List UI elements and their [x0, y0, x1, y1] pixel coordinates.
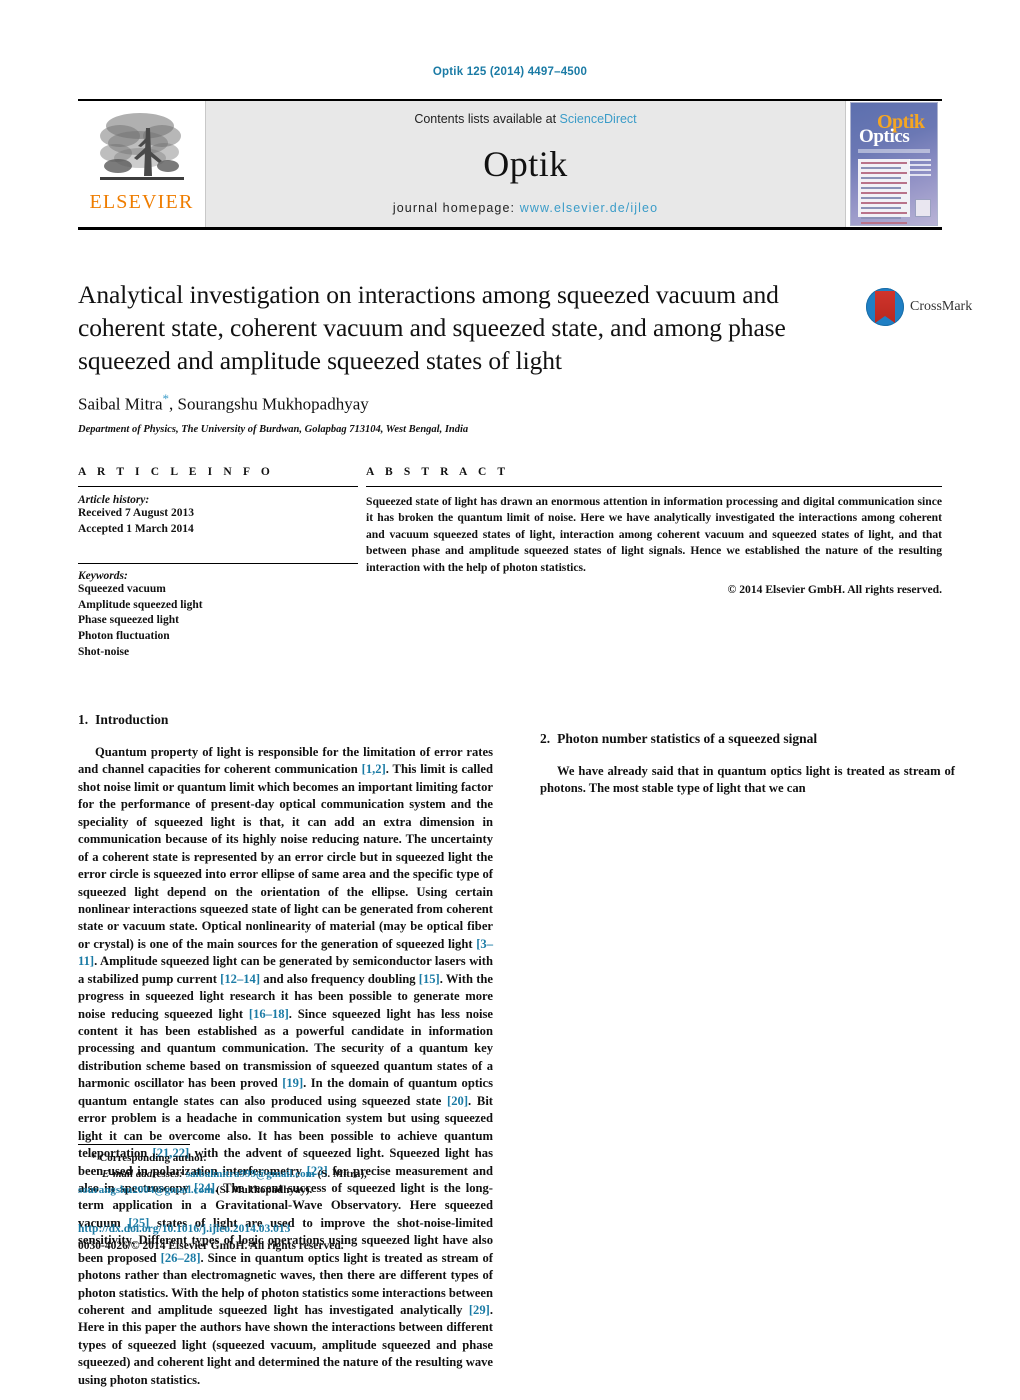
author-list: Saibal Mitra*, Sourangshu Mukhopadhyay: [78, 391, 858, 415]
section-2-wrapper: 2. Photon number statistics of a squeezed…: [540, 731, 955, 798]
email-link-mukhopadhyay[interactable]: sourangshu2004@gmail.com: [78, 1184, 213, 1196]
elsevier-wordmark: ELSEVIER: [89, 191, 194, 213]
crossmark-label: CrossMark: [910, 299, 973, 314]
keyword-item: Amplitude squeezed light: [78, 598, 203, 611]
keywords-rule: [78, 562, 358, 564]
section-title: Introduction: [95, 712, 169, 727]
cover-side-lines: [909, 159, 931, 179]
keyword-item: Photon fluctuation: [78, 630, 170, 643]
journal-banner: Contents lists available at ScienceDirec…: [206, 101, 845, 227]
photon-stats-paragraph: We have already said that in quantum opt…: [540, 764, 955, 796]
abstract-heading: A B S T R A C T: [366, 466, 510, 478]
abstract-text: Squeezed state of light has drawn an eno…: [366, 495, 942, 574]
doi-link[interactable]: http://dx.doi.org/10.1016/j.ijleo.2014.0…: [78, 1221, 493, 1238]
elsevier-logo-cell: ELSEVIER: [78, 101, 206, 227]
intro-text-b: . This limit is called shot noise limit …: [78, 762, 494, 951]
body-column-right: 2. Photon number statistics of a squeezed…: [540, 712, 955, 1400]
journal-cover-thumbnail: Optik Optics: [850, 102, 938, 226]
author-secondary: , Sourangshu Mukhopadhyay: [169, 395, 369, 415]
paper-page: Optik 125 (2014) 4497–4500 ELSEVIER Cont…: [0, 0, 1020, 1387]
masthead-bottom-rule: [78, 227, 942, 230]
section-heading-photon-statistics: 2. Photon number statistics of a squeezed…: [540, 731, 955, 747]
article-received-date: Received 7 August 2013: [78, 507, 194, 519]
email-link-mitra[interactable]: saibalmitra999@gmail.com: [186, 1168, 315, 1180]
footnote-block: * Corresponding author. E-mail addresses…: [78, 1144, 493, 1255]
keywords-label: Keywords:: [78, 569, 128, 582]
page-title: Analytical investigation on interactions…: [78, 280, 786, 376]
article-info-rule: [78, 486, 358, 487]
article-accepted-date: Accepted 1 March 2014: [78, 522, 194, 535]
citation-link[interactable]: [20]: [447, 1094, 468, 1108]
abstract-column: A B S T R A C T Squeezed state of light …: [366, 466, 942, 661]
keyword-item: Squeezed vacuum: [78, 582, 166, 595]
issn-copyright-line: 0030-4026/© 2014 Elsevier GmbH. All righ…: [78, 1240, 344, 1253]
corresponding-author-note: * Corresponding author.: [91, 1152, 207, 1164]
article-info-column: A R T I C L E I N F O Article history: R…: [78, 466, 358, 661]
keyword-item: Phase squeezed light: [78, 614, 179, 627]
journal-homepage-line: journal homepage: www.elsevier.de/ijleo: [393, 201, 658, 215]
article-history-label: Article history:: [78, 494, 150, 506]
body-columns: 1. Introduction Quantum property of light…: [78, 712, 955, 1400]
citation-link[interactable]: [29]: [469, 1303, 490, 1317]
section-heading-introduction: 1. Introduction: [78, 712, 493, 728]
intro-paragraph: Quantum property of light is responsible…: [78, 744, 493, 1389]
keyword-item: Shot-noise: [78, 646, 130, 659]
section-title: Photon number statistics of a squeezed s…: [557, 731, 818, 746]
journal-masthead: ELSEVIER Contents lists available at Sci…: [78, 99, 942, 227]
abstract-copyright: © 2014 Elsevier GmbH. All rights reserve…: [727, 583, 942, 597]
email-addresses-line: E-mail addresses: saibalmitra999@gmail.c…: [78, 1167, 493, 1183]
article-info-heading: A R T I C L E I N F O: [78, 466, 274, 478]
intro-text-d: and also frequency doubling: [260, 971, 419, 986]
email-second-line: sourangshu2004@gmail.com (S. Mukhopadhya…: [78, 1183, 493, 1199]
citation-link[interactable]: [15]: [419, 972, 440, 986]
title-block: Analytical investigation on interactions…: [78, 278, 858, 435]
cover-contents-block: [858, 159, 910, 224]
crossmark-badge[interactable]: CrossMark: [866, 286, 972, 328]
elsevier-tree-icon: [94, 106, 190, 192]
citation-link[interactable]: [12–14]: [220, 972, 260, 986]
author-primary: Saibal Mitra: [78, 395, 163, 415]
citation-link[interactable]: [1,2]: [362, 762, 386, 776]
homepage-url-link[interactable]: www.elsevier.de/ijleo: [520, 201, 658, 215]
cover-subtitle-bar: [858, 149, 930, 153]
info-abstract-region: A R T I C L E I N F O Article history: R…: [78, 466, 942, 661]
affiliation: Department of Physics, The University of…: [78, 424, 469, 436]
citation-link[interactable]: [16–18]: [249, 1007, 289, 1021]
cover-publisher-badge: [915, 199, 931, 217]
contents-lists-line: Contents lists available at ScienceDirec…: [414, 112, 636, 126]
email-label: E-mail addresses:: [102, 1167, 183, 1180]
section-number: 2.: [540, 731, 551, 746]
homepage-prefix: journal homepage:: [392, 201, 520, 215]
journal-cover-cell: Optik Optics: [845, 101, 942, 227]
citation-link[interactable]: [19]: [282, 1076, 303, 1090]
body-column-left: 1. Introduction Quantum property of light…: [78, 712, 493, 1400]
running-head: Optik 125 (2014) 4497–4500: [432, 66, 588, 78]
sciencedirect-link[interactable]: ScienceDirect: [560, 112, 637, 126]
cover-title-optics: Optics: [859, 126, 910, 147]
crossmark-icon: [866, 288, 904, 326]
abstract-rule: [366, 486, 942, 487]
section-number: 1.: [78, 712, 89, 727]
contents-prefix: Contents lists available at: [414, 112, 560, 126]
footnote-rule: [78, 1144, 190, 1145]
doi-block: http://dx.doi.org/10.1016/j.ijleo.2014.0…: [78, 1221, 493, 1256]
email-owner-mitra: (S. Mitra),: [314, 1167, 367, 1180]
email-owner-mukhopadhyay: (S. Mukhopadhyay).: [213, 1183, 313, 1196]
journal-title: Optik: [483, 143, 568, 184]
